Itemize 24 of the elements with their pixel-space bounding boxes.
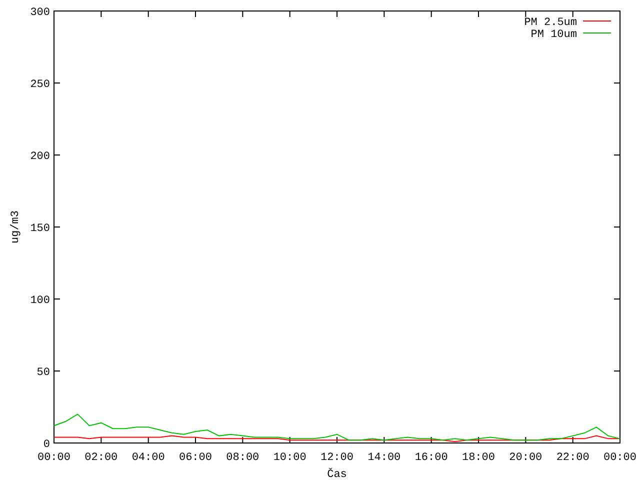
y-tick-label: 200 bbox=[30, 151, 50, 163]
x-tick-label: 06:00 bbox=[179, 452, 212, 464]
x-tick-label: 14:00 bbox=[368, 452, 401, 464]
legend-label: PM 2.5um bbox=[524, 17, 577, 29]
x-tick-label: 00:00 bbox=[38, 452, 70, 464]
x-tick-label: 12:00 bbox=[320, 452, 354, 464]
y-tick-label: 250 bbox=[30, 79, 50, 91]
x-tick-label: 18:00 bbox=[462, 452, 495, 464]
y-axis-title: ug/m3 bbox=[10, 210, 22, 244]
x-tick-label: 16:00 bbox=[414, 452, 448, 464]
x-tick-label: 00:00 bbox=[604, 452, 636, 464]
x-tick-label: 22:00 bbox=[556, 452, 590, 464]
y-tick-label: 50 bbox=[36, 367, 50, 379]
y-tick-label: 100 bbox=[30, 295, 50, 307]
legend-label: PM 10um bbox=[530, 29, 577, 41]
x-tick-label: 10:00 bbox=[273, 452, 306, 464]
y-tick-label: 300 bbox=[30, 7, 50, 19]
y-tick-label: 150 bbox=[30, 223, 50, 235]
x-tick-label: 04:00 bbox=[132, 452, 165, 464]
x-tick-label: 20:00 bbox=[509, 452, 542, 464]
x-tick-label: 02:00 bbox=[84, 452, 118, 464]
x-tick-label: 08:00 bbox=[226, 452, 260, 464]
x-axis-title: Čas bbox=[327, 469, 347, 480]
y-tick-label: 0 bbox=[43, 439, 50, 451]
